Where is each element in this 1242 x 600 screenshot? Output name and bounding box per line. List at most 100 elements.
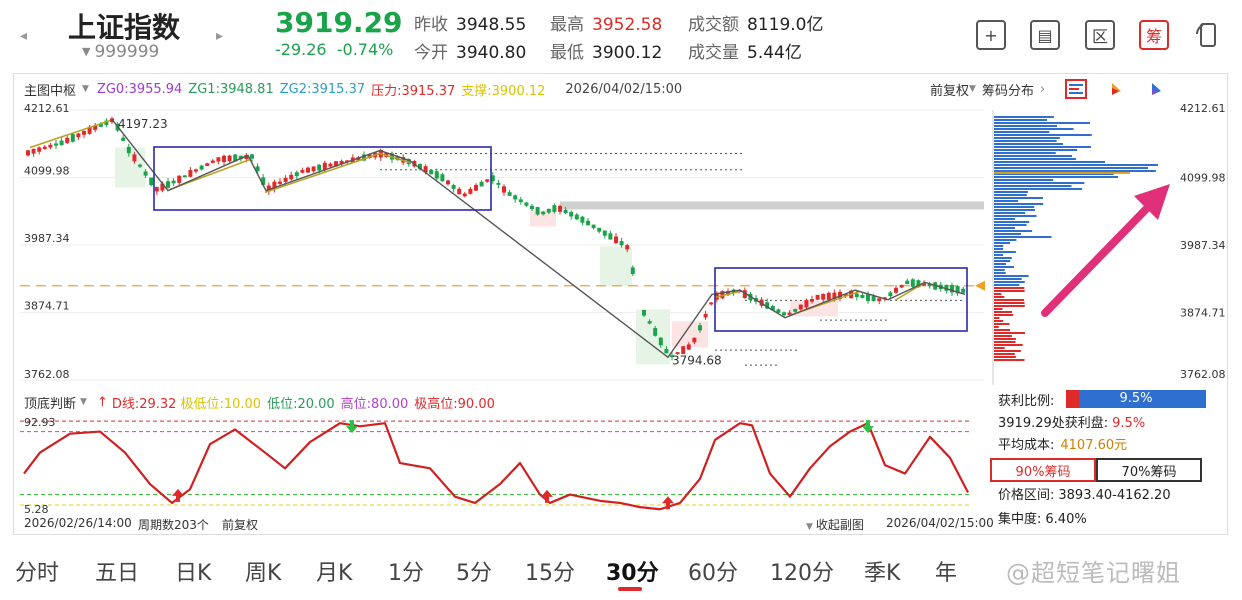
candle-body <box>518 199 523 203</box>
candle-body <box>154 186 159 192</box>
candle-body <box>199 165 204 170</box>
candle-body <box>524 202 529 206</box>
candle-body <box>132 154 137 162</box>
end-time: 2026/04/02/15:00 <box>886 516 994 530</box>
chip-bar <box>994 119 1048 121</box>
tab-15min[interactable]: 15分 <box>525 555 575 587</box>
chip-bar <box>994 293 1002 295</box>
candle-body <box>143 171 148 176</box>
trend-line <box>264 152 381 194</box>
sub-top-label: 92.93 <box>24 416 56 429</box>
chip-bar <box>994 254 1004 256</box>
chip-bar <box>994 122 1091 124</box>
candle-body <box>580 216 585 223</box>
tab-5min[interactable]: 5分 <box>456 555 492 587</box>
candle-body <box>647 321 652 324</box>
tab-fenshi[interactable]: 分时 <box>15 555 59 587</box>
chip-bar <box>994 263 1006 265</box>
candle-body <box>311 166 316 172</box>
candle-body <box>289 174 294 180</box>
candle-body <box>126 146 131 154</box>
candle-body <box>899 284 904 288</box>
candle-body <box>910 279 915 287</box>
candle-body <box>664 349 669 354</box>
tab-week-k[interactable]: 周K <box>245 555 281 587</box>
chip-bar <box>994 215 1037 217</box>
candle-body <box>485 179 490 182</box>
tab-120min[interactable]: 120分 <box>770 555 834 587</box>
candle-body <box>31 148 36 154</box>
candle-body <box>574 214 579 220</box>
chip-bar <box>994 290 1025 292</box>
candle-body <box>552 205 557 212</box>
candle-body <box>871 296 876 302</box>
chip-bar <box>994 314 1014 316</box>
candle-body <box>630 267 635 275</box>
chip-bar <box>994 221 1030 223</box>
chip-bar <box>994 164 1158 166</box>
tab-season-k[interactable]: 季K <box>864 555 900 587</box>
candle-body <box>658 337 663 346</box>
profit-at-price: 3919.29处获利盘: 9.5% <box>998 412 1145 431</box>
tab-1min[interactable]: 1分 <box>388 555 424 587</box>
chip-bar <box>994 236 1052 238</box>
tab-wuri[interactable]: 五日 <box>95 555 139 587</box>
candle-body <box>171 180 176 184</box>
annotation-arrow-shaft <box>1041 196 1159 317</box>
price-range-label: 价格区间: <box>998 488 1055 503</box>
chips-70-button[interactable]: 70%筹码 <box>1096 458 1202 482</box>
chip-y-tick-label: 4099.98 <box>1180 171 1226 184</box>
chip-bar <box>994 344 1023 346</box>
chip-bar <box>994 323 1010 325</box>
tab-year-k[interactable]: 年 <box>935 555 957 587</box>
avg-cost: 平均成本: 4107.60元 <box>998 434 1127 453</box>
chip-bar <box>994 197 1043 199</box>
candle-body <box>810 299 814 302</box>
chips-90-button[interactable]: 90%筹码 <box>990 458 1096 482</box>
candle-body <box>625 245 630 250</box>
tab-60min[interactable]: 60分 <box>688 555 738 587</box>
chip-bar <box>994 131 1050 133</box>
chip-bar <box>994 191 1028 193</box>
candle-body <box>703 313 708 318</box>
candle-body <box>698 325 702 331</box>
chip-y-tick-label: 3762.08 <box>1180 368 1226 381</box>
candle-body <box>306 167 310 173</box>
y-tick-label: 3762.08 <box>24 368 70 381</box>
resistance-band <box>560 201 984 210</box>
candle-body <box>429 170 434 175</box>
candle-body <box>76 133 81 138</box>
chip-bar <box>994 206 1035 208</box>
profit-ratio-label: 获利比例: <box>998 394 1055 409</box>
candle-body <box>502 186 506 193</box>
collapse-sub-chart[interactable]: ▼ 收起副图 <box>806 516 864 533</box>
sub-bottom-label: 5.28 <box>24 503 49 516</box>
chip-bar <box>994 287 1025 289</box>
tab-month-k[interactable]: 月K <box>316 555 352 587</box>
candle-body <box>468 188 473 194</box>
profit-ratio-bar: 9.5% <box>1066 390 1206 408</box>
concentration: 集中度: 6.40% <box>998 508 1087 527</box>
chip-y-tick-label: 3987.34 <box>1180 239 1226 252</box>
tab-day-k[interactable]: 日K <box>175 555 211 587</box>
candle-body <box>821 293 826 300</box>
chip-bar <box>994 296 1005 298</box>
dropdown-icon[interactable]: ▼ <box>80 397 87 407</box>
sub-indicator-name[interactable]: 顶底判断 <box>24 393 76 412</box>
candle-body <box>278 181 282 184</box>
chip-bar <box>994 203 1044 205</box>
chip-bar <box>994 275 1029 277</box>
candle-body <box>222 155 226 163</box>
chip-bar <box>994 302 1025 304</box>
chip-bar <box>994 116 1054 118</box>
candle-body <box>798 304 803 310</box>
candle-body <box>138 164 142 167</box>
tab-30min[interactable]: 30分 <box>606 555 659 587</box>
candle-body <box>686 344 691 350</box>
chip-bar <box>994 284 1020 286</box>
chip-bar <box>994 140 1057 142</box>
chip-bar <box>994 281 1025 283</box>
candle-body <box>188 170 193 177</box>
chip-bar <box>994 260 1011 262</box>
candle-body <box>569 212 574 217</box>
